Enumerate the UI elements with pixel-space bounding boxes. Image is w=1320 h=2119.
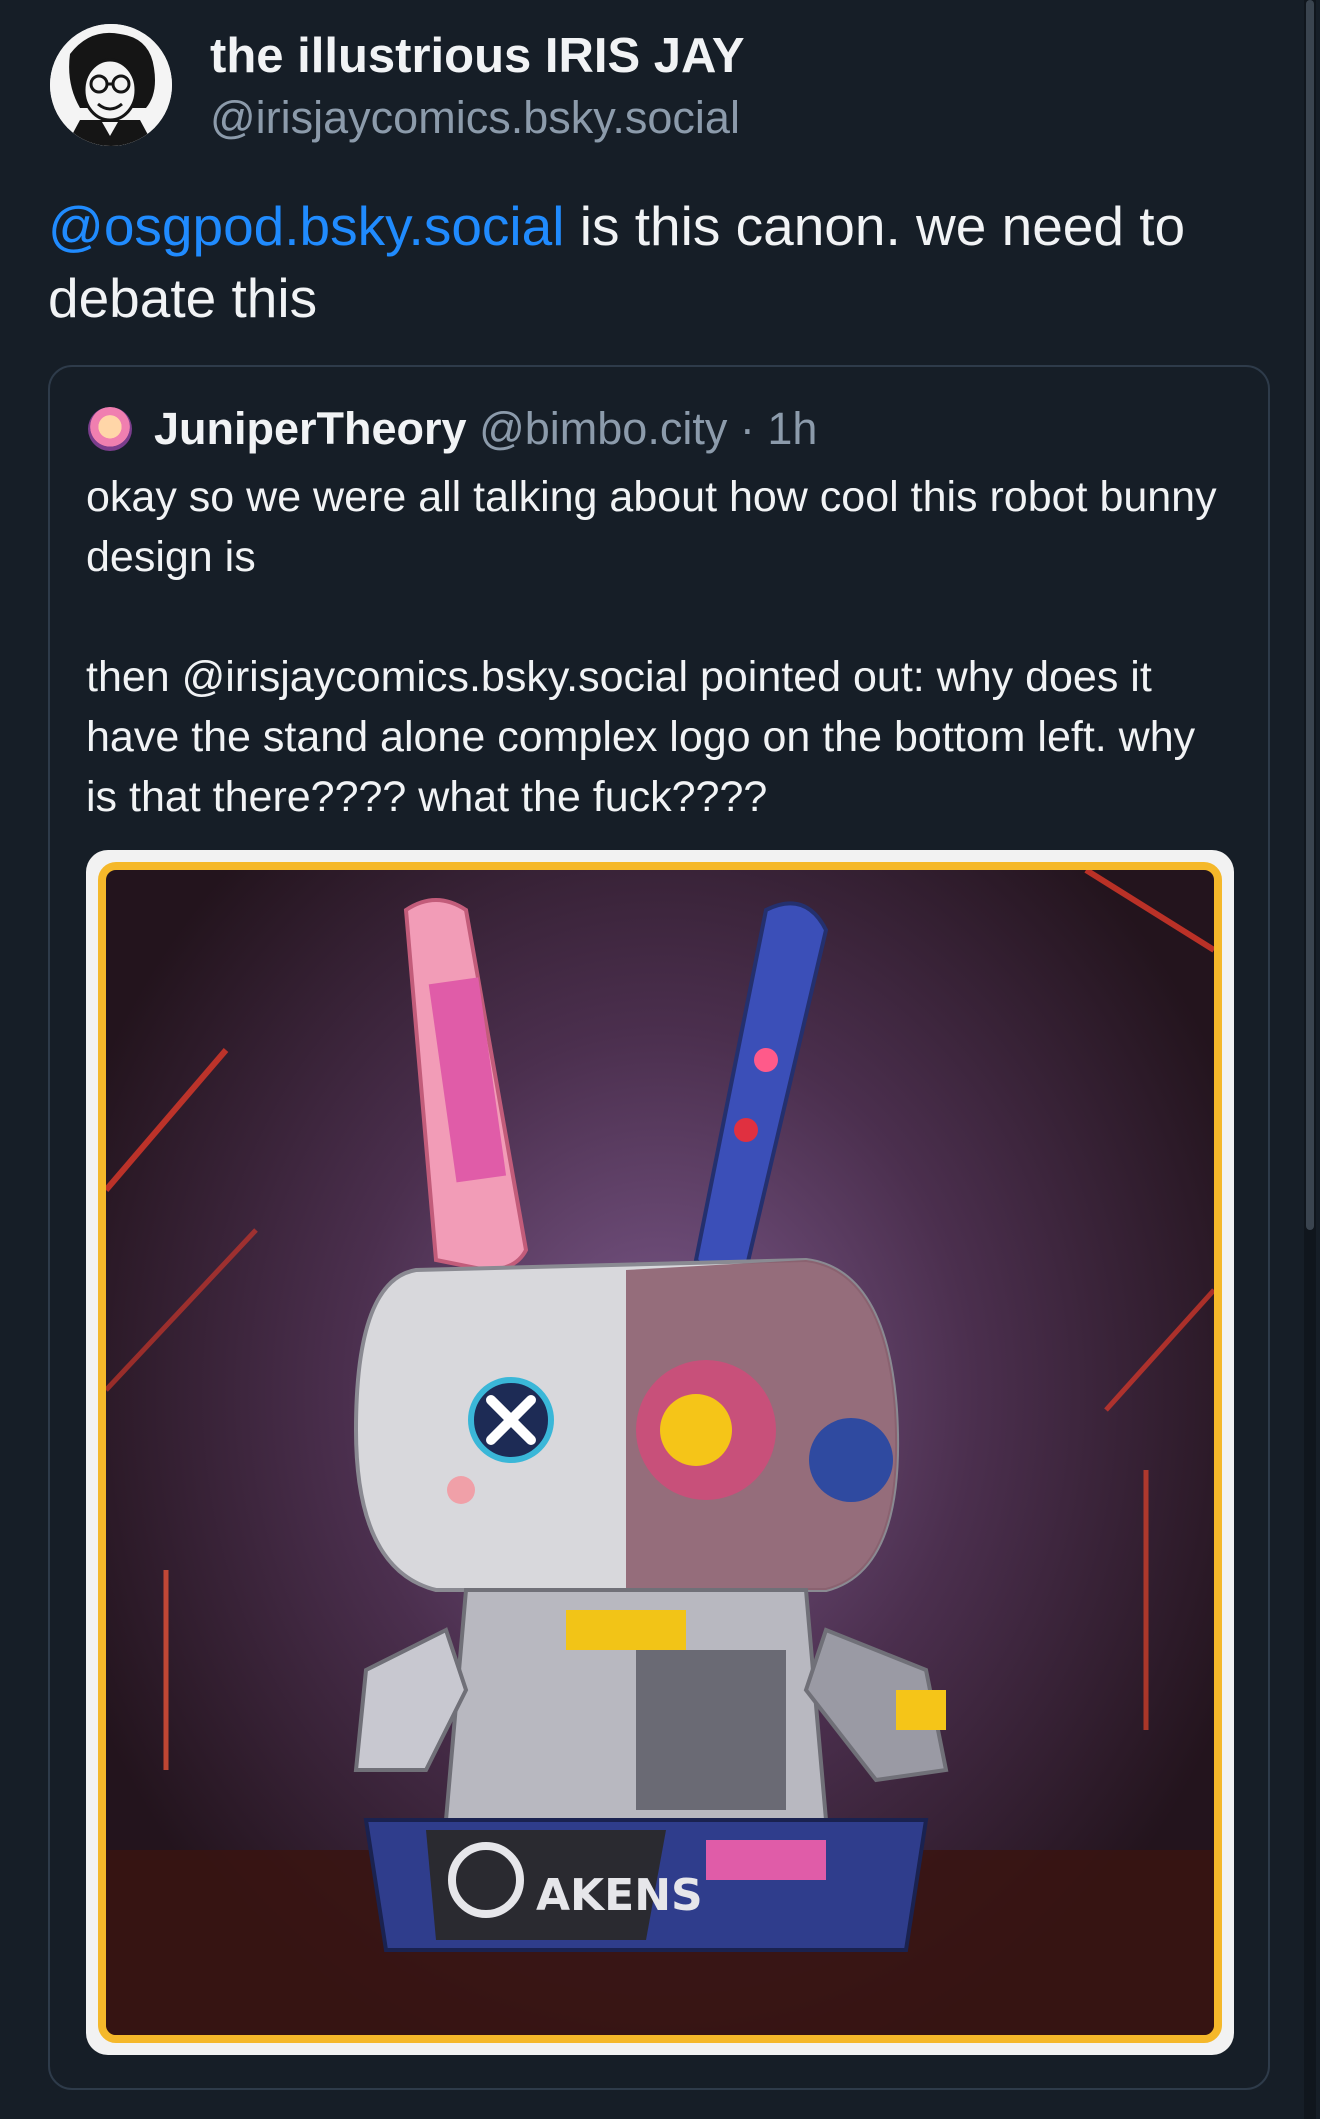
quote-timestamp[interactable]: 1h — [767, 403, 817, 454]
robot-bunny-photo: AKENS — [98, 862, 1222, 2043]
robot-bunny-illustration: AKENS — [106, 870, 1214, 2035]
scrollbar-thumb[interactable] — [1306, 0, 1314, 1230]
quote-author-display-name[interactable]: JuniperTheory — [154, 403, 467, 454]
quote-separator: · — [727, 403, 768, 454]
post-text: @osgpod.bsky.social is this canon. we ne… — [48, 190, 1258, 334]
quote-header: JuniperTheory @bimbo.city · 1h — [154, 403, 817, 455]
quote-image[interactable]: AKENS — [86, 850, 1234, 2055]
quoted-post-card[interactable]: JuniperTheory @bimbo.city · 1h okay so w… — [48, 365, 1270, 2090]
post: the illustrious IRIS JAY @irisjaycomics.… — [0, 0, 1300, 2119]
post-mention-link[interactable]: @osgpod.bsky.social — [48, 195, 564, 257]
quote-author-avatar[interactable] — [88, 407, 132, 451]
author-avatar[interactable] — [50, 24, 172, 146]
author-handle[interactable]: @irisjaycomics.bsky.social — [210, 92, 740, 144]
quote-author-handle[interactable]: @bimbo.city — [479, 403, 727, 454]
author-display-name[interactable]: the illustrious IRIS JAY — [210, 28, 745, 84]
base-logo-text: AKENS — [536, 1870, 703, 1921]
quote-text: okay so we were all talking about how co… — [86, 473, 1217, 821]
author-avatar-image — [50, 24, 172, 146]
